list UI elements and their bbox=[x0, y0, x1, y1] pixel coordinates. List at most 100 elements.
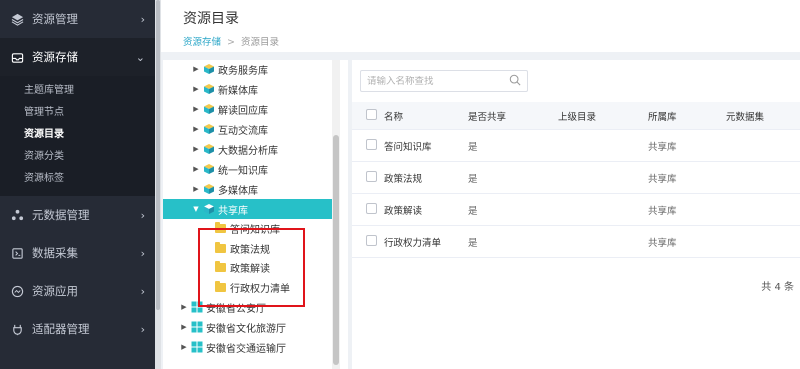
table-row[interactable]: 答问知识库 是 共享库 bbox=[352, 130, 800, 162]
cell-shared: 是 bbox=[468, 173, 478, 185]
cell-library: 共享库 bbox=[648, 237, 677, 249]
tree-node-directory[interactable]: 答问知识库 bbox=[163, 219, 338, 239]
caret-right-icon[interactable]: ▶ bbox=[191, 145, 201, 153]
caret-right-icon[interactable]: ▶ bbox=[179, 303, 189, 311]
tree-node-organization[interactable]: ▶ 安徽省文化旅游厅 bbox=[163, 317, 338, 337]
select-all-checkbox[interactable] bbox=[366, 108, 377, 120]
cell-name: 答问知识库 bbox=[384, 141, 432, 153]
menu-label: 资源存储 bbox=[32, 50, 78, 64]
tree-node-directory[interactable]: 政策法规 bbox=[163, 239, 338, 259]
chevron-right-icon: › bbox=[140, 12, 145, 26]
column-header: 元数据集 bbox=[726, 111, 765, 123]
cube-icon bbox=[203, 103, 215, 115]
table-row[interactable]: 行政权力清单 是 共享库 bbox=[352, 226, 800, 258]
caret-right-icon[interactable]: ▶ bbox=[179, 343, 189, 351]
breadcrumb-current: 资源目录 bbox=[240, 37, 279, 48]
tree-node-library[interactable]: ▶ 新媒体库 bbox=[163, 79, 338, 99]
row-checkbox[interactable] bbox=[366, 234, 377, 246]
column-header: 是否共享 bbox=[468, 111, 507, 123]
tree-node-library[interactable]: ▶ 解读回应库 bbox=[163, 99, 338, 119]
breadcrumb: 资源存储 > 资源目录 bbox=[183, 34, 778, 48]
tree-node-label: 解读回应库 bbox=[218, 105, 268, 117]
organization-icon bbox=[191, 321, 203, 333]
cell-shared: 是 bbox=[468, 237, 478, 249]
tree-scrollbar[interactable] bbox=[332, 60, 340, 369]
caret-right-icon[interactable]: ▶ bbox=[191, 125, 201, 133]
menu-label: 资源应用 bbox=[32, 284, 78, 298]
tree-node-library[interactable]: ▶ 政务服务库 bbox=[163, 60, 338, 79]
tree-node-library[interactable]: ▶ 大数据分析库 bbox=[163, 139, 338, 159]
tree-node-label: 互动交流库 bbox=[218, 125, 268, 137]
cube-icon bbox=[203, 83, 215, 95]
scrollbar-thumb[interactable] bbox=[333, 135, 339, 365]
row-checkbox[interactable] bbox=[366, 170, 377, 182]
organization-icon bbox=[191, 301, 203, 313]
caret-down-icon[interactable]: ▼ bbox=[191, 205, 201, 213]
tree-node-label: 政务服务库 bbox=[218, 65, 268, 77]
chevron-right-icon: › bbox=[140, 322, 145, 336]
cell-shared: 是 bbox=[468, 141, 478, 153]
tree-node-label: 安徽省交通运输厅 bbox=[206, 343, 286, 355]
tree-node-library[interactable]: ▶ 多媒体库 bbox=[163, 179, 338, 199]
search-icon[interactable] bbox=[509, 74, 521, 89]
tree-node-label: 大数据分析库 bbox=[218, 145, 278, 157]
submenu-item-nodes[interactable]: 管理节点 bbox=[0, 102, 155, 124]
tree-node-label: 政策法规 bbox=[230, 244, 270, 256]
caret-right-icon[interactable]: ▶ bbox=[191, 185, 201, 193]
caret-right-icon[interactable]: ▶ bbox=[191, 165, 201, 173]
search-input[interactable] bbox=[367, 75, 509, 87]
submenu-item-catalog[interactable]: 资源目录 bbox=[0, 124, 155, 146]
sidebar-scrollbar[interactable] bbox=[155, 0, 161, 369]
table-row[interactable]: 政策解读 是 共享库 bbox=[352, 194, 800, 226]
caret-right-icon[interactable]: ▶ bbox=[191, 65, 201, 73]
menu-metadata-management[interactable]: 元数据管理 › bbox=[0, 196, 155, 234]
table-row[interactable]: 政策法规 是 共享库 bbox=[352, 162, 800, 194]
sidebar: 资源管理 › 资源存储 ⌄ 主题库管理 管理节点 资源目录 资源分类 资源标签 … bbox=[0, 0, 155, 369]
caret-right-icon[interactable]: ▶ bbox=[191, 85, 201, 93]
menu-adapter-management[interactable]: 适配器管理 › bbox=[0, 310, 155, 348]
folder-icon bbox=[215, 222, 226, 234]
table-body: 答问知识库是共享库 政策法规是共享库 政策解读是共享库 行政权力清单是共享库 bbox=[352, 130, 800, 258]
tree-node-label: 多媒体库 bbox=[218, 185, 258, 197]
menu-label: 数据采集 bbox=[32, 246, 78, 260]
caret-right-icon[interactable]: ▶ bbox=[191, 105, 201, 113]
chevron-right-icon: › bbox=[140, 246, 145, 260]
content-panel: 名称 是否共享 上级目录 所属库 元数据集 答问知识库是共享库政策法规是共享库政… bbox=[352, 60, 800, 369]
network-icon bbox=[10, 208, 24, 222]
menu-label: 适配器管理 bbox=[32, 322, 90, 336]
menu-resource-application[interactable]: 资源应用 › bbox=[0, 272, 155, 310]
tree-node-library[interactable]: ▶ 统一知识库 bbox=[163, 159, 338, 179]
column-header: 上级目录 bbox=[558, 111, 597, 123]
cell-name: 政策法规 bbox=[384, 173, 423, 185]
tree-node-label: 新媒体库 bbox=[218, 85, 258, 97]
row-checkbox[interactable] bbox=[366, 138, 377, 150]
submenu-item-tags[interactable]: 资源标签 bbox=[0, 168, 155, 190]
tree-node-organization[interactable]: ▶ 安徽省交通运输厅 bbox=[163, 337, 338, 357]
plug-icon bbox=[10, 322, 24, 336]
submenu-item-classification[interactable]: 资源分类 bbox=[0, 146, 155, 168]
submenu-item-theme-library[interactable]: 主题库管理 bbox=[0, 80, 155, 102]
cell-name: 政策解读 bbox=[384, 205, 423, 217]
menu-resource-storage[interactable]: 资源存储 ⌄ bbox=[0, 38, 155, 76]
scrollbar-thumb[interactable] bbox=[156, 0, 160, 310]
caret-right-icon[interactable]: ▶ bbox=[179, 323, 189, 331]
breadcrumb-separator: > bbox=[227, 37, 235, 48]
row-checkbox[interactable] bbox=[366, 202, 377, 214]
search-box bbox=[360, 70, 528, 92]
breadcrumb-link[interactable]: 资源存储 bbox=[183, 37, 221, 48]
tree-node-organization[interactable]: ▶ 安徽省公安厅 bbox=[163, 297, 338, 317]
tree-node-directory[interactable]: 行政权力清单 bbox=[163, 278, 338, 298]
cube-icon bbox=[203, 123, 215, 135]
layers-icon bbox=[10, 12, 24, 26]
cell-library: 共享库 bbox=[648, 173, 677, 185]
page-title: 资源目录 bbox=[183, 11, 239, 27]
tree-node-library[interactable]: ▶ 互动交流库 bbox=[163, 119, 338, 139]
catalog-tree-panel: ▶ 政务服务库 ▶ 新媒体库 ▶ 解读回应库 ▶ 互动交流库 ▶ 大数据分析库 ▶ 统一知识库 ▶ 多媒体… bbox=[163, 60, 348, 369]
tree-node-shared-library[interactable]: ▼ 共享库 bbox=[163, 199, 338, 219]
cube-icon bbox=[203, 143, 215, 155]
menu-data-collection[interactable]: 数据采集 › bbox=[0, 234, 155, 272]
chevron-right-icon: › bbox=[140, 284, 145, 298]
tree-node-label: 安徽省公安厅 bbox=[206, 303, 266, 315]
tree-node-directory[interactable]: 政策解读 bbox=[163, 258, 338, 278]
menu-resource-management[interactable]: 资源管理 › bbox=[0, 0, 155, 38]
